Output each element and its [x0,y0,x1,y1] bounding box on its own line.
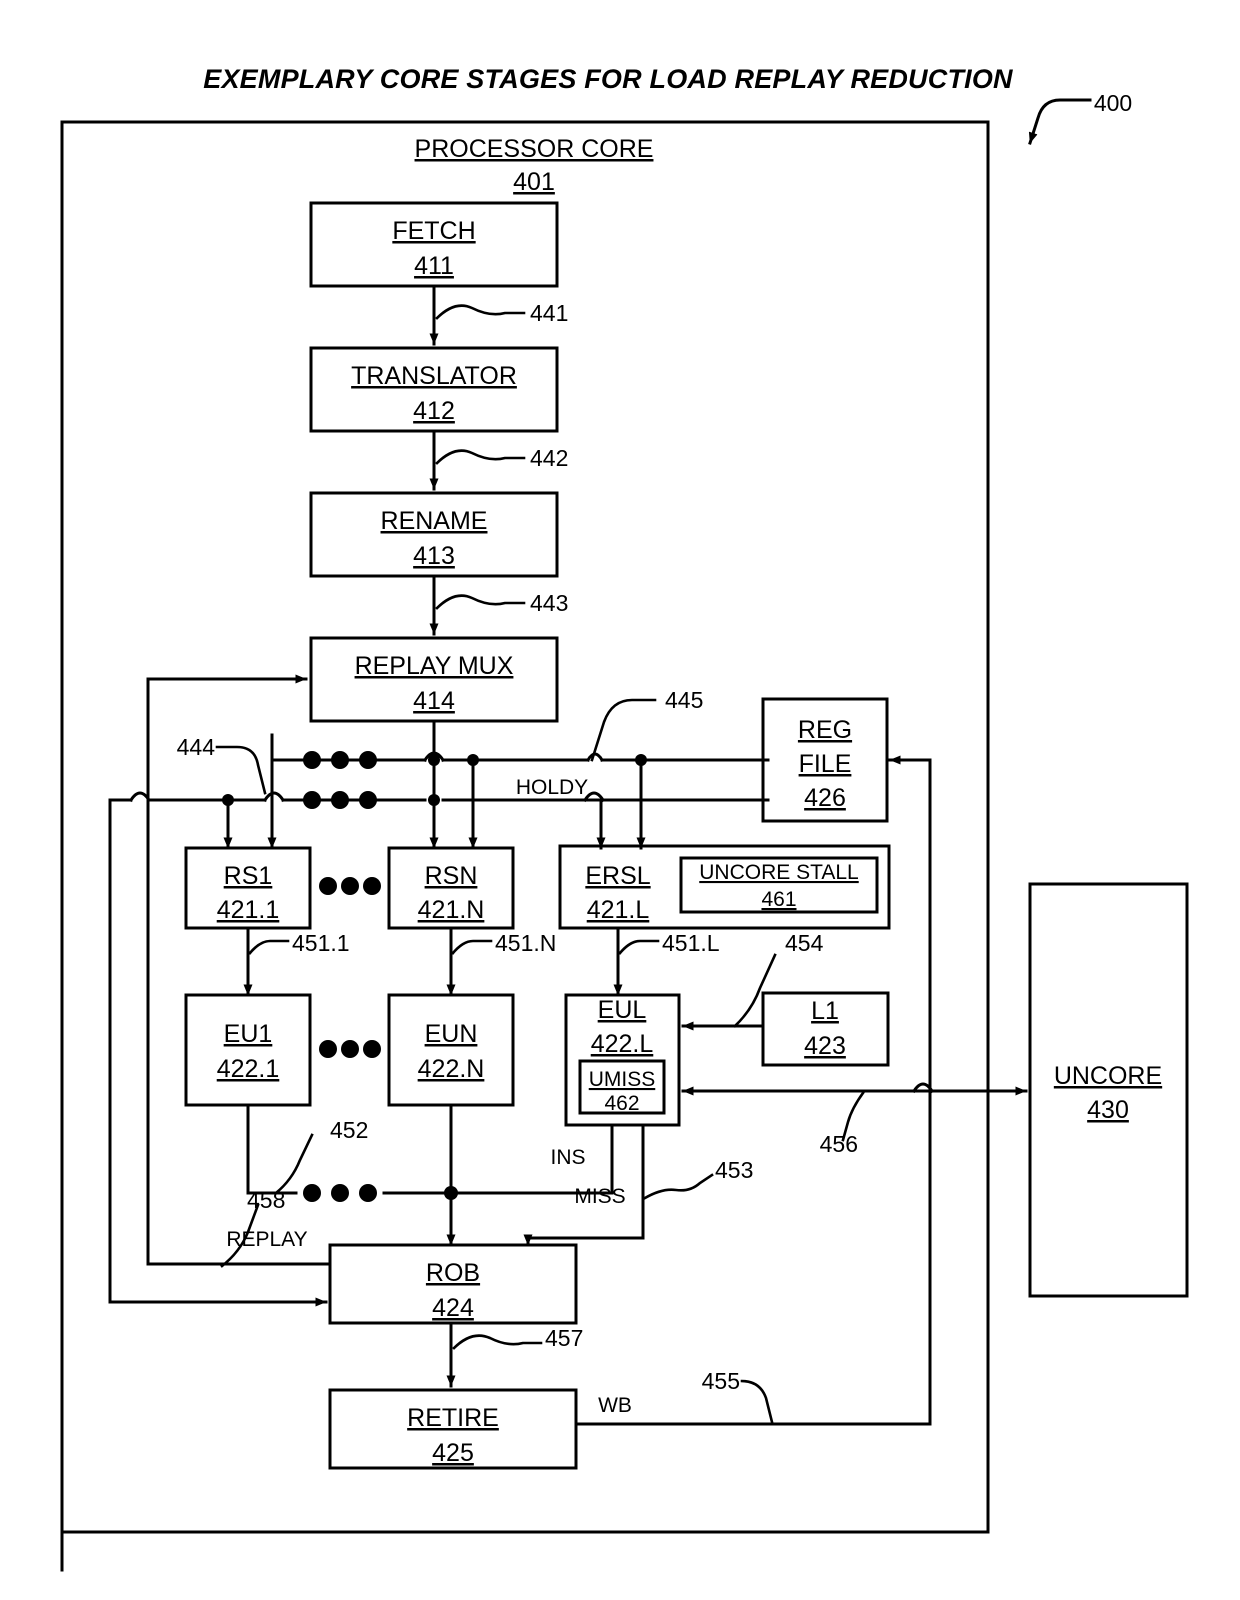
junction-dot [428,794,440,806]
eu1-box [184,993,312,1107]
path-rob-left-input [108,798,328,1307]
rsn-label: RSN [425,862,478,890]
ref-457: 457 [545,1325,583,1351]
rob-label: ROB [426,1259,480,1287]
figure-diagram: EXEMPLARY CORE STAGES FOR LOAD REPLAY RE… [60,64,1189,1572]
signal-ins: INS [550,1146,585,1169]
ersl-label: ERSL [585,862,650,890]
ref-451-1: 451.1 [292,930,350,956]
uncore-stall-label: UNCORE STALL [699,861,858,884]
ins-bus-ellipsis [303,1184,377,1202]
ref-451-l: 451.L [662,930,720,956]
signal-holdy: HOLDY [516,776,588,799]
leader-445 [590,698,657,762]
uncore-ref: 430 [1087,1096,1129,1124]
eul-label: EUL [598,996,647,1024]
ref-441: 441 [530,300,568,326]
leader-441 [435,304,526,320]
bus-452 [246,1103,614,1247]
ref-445: 445 [665,687,703,713]
eun-box [387,993,515,1107]
rs1-label: RS1 [224,862,273,890]
leader-443 [435,594,526,610]
figure-title: EXEMPLARY CORE STAGES FOR LOAD REPLAY RE… [203,64,1013,94]
umiss-ref: 462 [604,1092,639,1115]
ref-458: 458 [247,1187,285,1213]
ref-455: 455 [702,1368,740,1394]
fetch-ref: 411 [414,252,454,280]
patent-figure-canvas: EXEMPLARY CORE STAGES FOR LOAD REPLAY RE… [0,0,1240,1600]
replay-mux-label: REPLAY MUX [355,652,514,680]
reg-file-label-line1: REG [798,716,852,744]
path-458-replay [146,674,332,1266]
fetch-label: FETCH [392,217,475,245]
leader-442 [435,449,526,465]
processor-core-label: PROCESSOR CORE [415,135,654,163]
leader-451-1 [248,939,290,955]
rename-ref: 413 [413,542,455,570]
uncore-stall-ref: 461 [761,888,796,911]
leader-457 [452,1334,543,1350]
l1-ref: 423 [804,1032,846,1060]
replay-mux-ref: 414 [413,687,455,715]
eu1-ref: 422.1 [217,1055,280,1083]
figure-number: 400 [1094,90,1132,116]
leader-452 [274,1133,314,1195]
signal-miss: MISS [574,1185,625,1208]
ref-454: 454 [785,930,824,956]
junction-dot [428,754,440,766]
figure-number-leader [1028,98,1092,145]
rob-ref: 424 [432,1294,474,1322]
ersl-ref: 421.L [587,896,650,924]
ref-452: 452 [330,1117,368,1143]
ref-456: 456 [820,1131,858,1157]
signal-replay: REPLAY [226,1228,307,1251]
eu-row-ellipsis [319,1040,381,1058]
translator-label: TRANSLATOR [351,362,517,390]
junction-dot [222,794,234,806]
translator-ref: 412 [413,397,455,425]
eun-ref: 422.N [418,1055,485,1083]
signal-wb: WB [598,1394,632,1417]
ref-453: 453 [715,1157,753,1183]
uncore-label: UNCORE [1054,1062,1162,1090]
eul-ref: 422.L [591,1030,654,1058]
processor-core-ref: 401 [513,168,555,196]
l1-label: L1 [811,997,839,1025]
rename-label: RENAME [381,507,488,535]
junction-dot [444,1186,458,1200]
ref-442: 442 [530,445,568,471]
leader-453 [643,1173,714,1200]
ref-443: 443 [530,590,568,616]
junction-dot [467,754,479,766]
leader-451-n [451,939,493,955]
umiss-label: UMISS [589,1068,656,1091]
reg-file-ref: 426 [804,784,846,812]
eun-label: EUN [425,1020,478,1048]
leader-444 [215,745,267,795]
ref-444: 444 [177,734,216,760]
retire-label: RETIRE [407,1404,499,1432]
reg-file-label-line2: FILE [799,750,852,778]
uncore-box [1028,882,1189,1298]
bus-ellipsis [303,751,377,809]
rs-row-ellipsis [319,877,381,895]
leader-451-l [618,939,660,955]
leader-455 [740,1379,774,1424]
rsn-ref: 421.N [418,896,485,924]
ref-451-n: 451.N [495,930,556,956]
rs1-ref: 421.1 [217,896,280,924]
eu1-label: EU1 [224,1020,273,1048]
leader-454 [733,953,777,1028]
retire-ref: 425 [432,1439,474,1467]
